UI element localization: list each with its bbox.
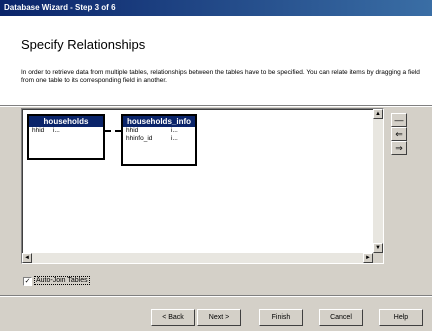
relationship-canvas[interactable]: households hhid i... households_info hhi… <box>21 108 384 264</box>
field-row[interactable]: hhinfo_id i... <box>123 135 195 143</box>
field-type: i... <box>171 135 178 142</box>
left-join-button[interactable]: ⇐ <box>391 127 407 141</box>
field-name: hhinfo_id <box>126 135 153 142</box>
remove-relationship-button[interactable]: — <box>391 113 407 127</box>
scroll-down-icon[interactable]: ▼ <box>373 243 383 253</box>
table-households-info[interactable]: households_info hhid i... hhinfo_id i... <box>121 114 197 166</box>
field-row[interactable]: hhid i... <box>29 127 103 135</box>
back-button[interactable]: < Back <box>151 309 195 326</box>
scroll-up-icon[interactable]: ▲ <box>373 109 383 119</box>
page-title: Specify Relationships <box>21 37 146 52</box>
table-title[interactable]: households <box>29 116 103 127</box>
join-line[interactable] <box>105 130 121 132</box>
table-title[interactable]: households_info <box>123 116 195 127</box>
help-button[interactable]: Help <box>379 309 423 326</box>
window-title: Database Wizard - Step 3 of 6 <box>4 3 116 12</box>
header-panel <box>0 16 432 106</box>
horizontal-scrollbar[interactable]: ◄ ► <box>22 253 373 263</box>
page-description: In order to retrieve data from multiple … <box>21 69 420 84</box>
field-name: hhid <box>126 127 139 134</box>
right-join-button[interactable]: ⇒ <box>391 141 407 155</box>
field-type: i... <box>53 127 60 134</box>
field-type: i... <box>171 127 178 134</box>
header-separator <box>0 105 432 107</box>
title-bar: Database Wizard - Step 3 of 6 <box>0 0 432 16</box>
table-households[interactable]: households hhid i... <box>27 114 105 160</box>
scroll-right-icon[interactable]: ► <box>363 253 373 263</box>
finish-button[interactable]: Finish <box>259 309 303 326</box>
field-row[interactable]: hhid i... <box>123 127 195 135</box>
next-button[interactable]: Next > <box>197 309 241 326</box>
scroll-corner <box>373 253 383 263</box>
field-name: hhid <box>32 127 45 134</box>
cancel-button[interactable]: Cancel <box>319 309 363 326</box>
scroll-left-icon[interactable]: ◄ <box>22 253 32 263</box>
footer-separator <box>0 295 432 297</box>
auto-join-checkbox[interactable]: ✓ <box>23 277 32 286</box>
vertical-scrollbar[interactable]: ▲ ▼ <box>373 109 383 253</box>
auto-join-label[interactable]: Auto-Join Tables <box>34 276 90 285</box>
